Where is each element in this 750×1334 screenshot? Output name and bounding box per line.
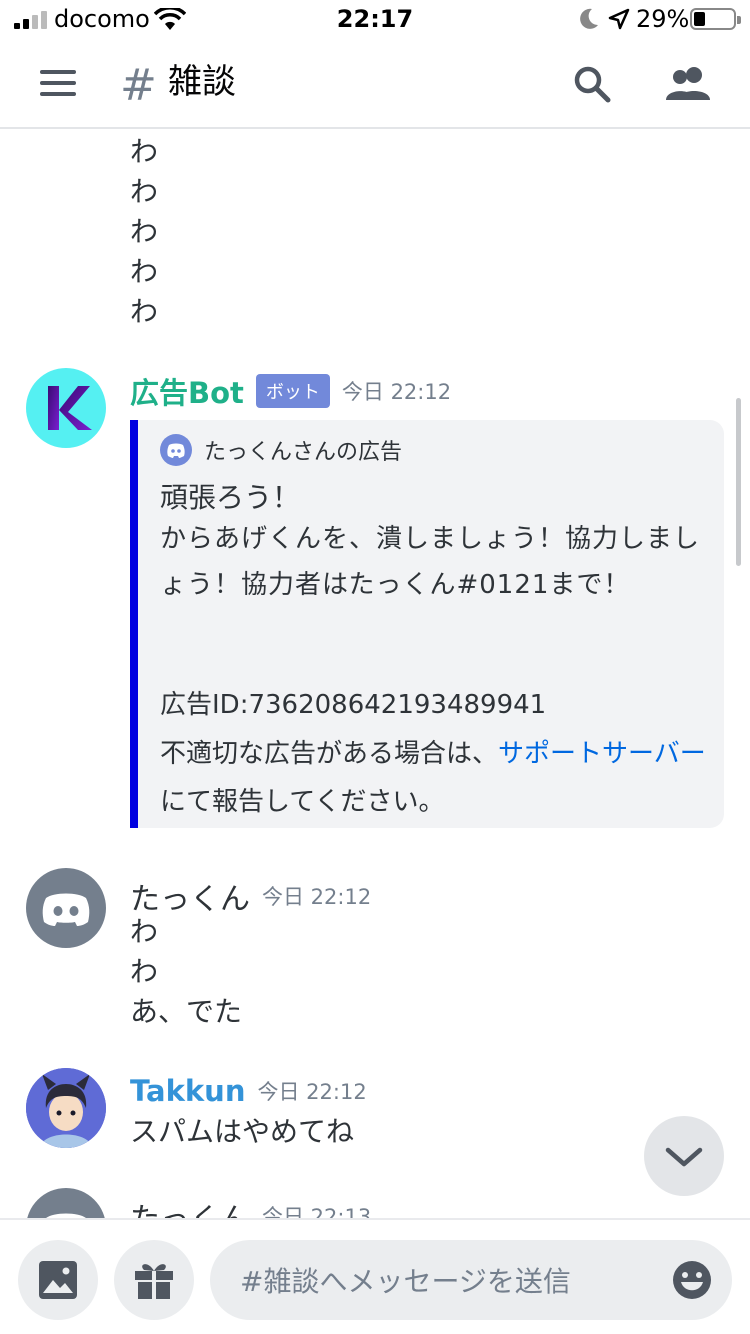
attach-image-button[interactable] <box>18 1240 98 1320</box>
user-avatar[interactable] <box>26 1188 106 1218</box>
do-not-disturb-icon <box>580 8 598 29</box>
report-suffix: にて報告してください。 <box>160 787 445 817</box>
battery-icon <box>690 8 741 30</box>
message-line: わ <box>130 915 159 948</box>
takkun-avatar[interactable] <box>26 1068 106 1148</box>
embed-title: 頑張ろう！ <box>160 481 301 514</box>
author-name[interactable]: たっくん <box>130 1194 250 1218</box>
support-server-link[interactable]: サポートサーバー <box>498 739 706 769</box>
chevron-down-icon <box>665 1147 703 1167</box>
gift-icon <box>135 1264 173 1299</box>
discord-default-avatar-icon <box>42 893 90 926</box>
channel-header: # 雑談 <box>0 40 750 129</box>
user-avatar[interactable] <box>26 868 106 948</box>
scrollbar[interactable] <box>736 398 741 566</box>
bot-avatar[interactable] <box>26 368 106 448</box>
author-name[interactable]: 広告Bot <box>130 370 244 412</box>
message-line: わ <box>130 135 159 168</box>
message-line: あ、でた <box>130 995 243 1028</box>
gift-button[interactable] <box>114 1240 194 1320</box>
channel-title: 雑談 <box>168 62 236 102</box>
discord-logo-icon <box>160 434 192 466</box>
search-icon[interactable] <box>572 64 612 104</box>
message-line: わ <box>130 295 159 328</box>
timestamp: 今日 22:12 <box>341 380 452 404</box>
message-header: たっくん 今日 22:13 <box>130 1194 371 1218</box>
jump-to-bottom-button[interactable] <box>644 1116 724 1196</box>
embed-author: たっくんさんの広告 <box>160 434 402 466</box>
status-bar: docomo 22:17 29% <box>0 0 750 40</box>
timestamp: 今日 22:13 <box>262 1205 372 1218</box>
image-icon <box>39 1261 77 1299</box>
message-line: わ <box>130 955 159 988</box>
members-icon[interactable] <box>664 64 712 104</box>
embed-report-text: 不適切な広告がある場合は、サポートサーバーにて報告してください。 <box>160 730 710 826</box>
ad-embed: たっくんさんの広告 頑張ろう！ からあげくんを、潰しましょう！協力しましょう！協… <box>130 420 724 828</box>
k-logo-icon <box>48 386 92 430</box>
menu-icon[interactable] <box>40 70 76 96</box>
message-header: Takkun 今日 22:12 <box>130 1074 367 1108</box>
channel-hash-icon: # <box>120 60 157 111</box>
emoji-icon[interactable] <box>672 1260 712 1300</box>
message-line: わ <box>130 215 159 248</box>
embed-ad-id: 広告ID:736208642193489941 <box>160 690 547 720</box>
bot-badge: ボット <box>255 374 330 408</box>
message-line: わ <box>130 175 159 208</box>
message-input[interactable]: #雑談へメッセージを送信 <box>210 1240 732 1320</box>
message-line: スパムはやめてね <box>130 1115 355 1148</box>
discord-default-avatar-icon <box>46 1213 86 1218</box>
battery-percentage: 29% <box>636 5 690 33</box>
message-line: わ <box>130 255 159 288</box>
embed-author-name: たっくんさんの広告 <box>204 440 403 465</box>
report-prefix: 不適切な広告がある場合は、 <box>160 739 499 769</box>
composer-bar: #雑談へメッセージを送信 <box>0 1218 750 1334</box>
anime-boy-avatar-icon <box>26 1068 106 1148</box>
message-input-placeholder: #雑談へメッセージを送信 <box>240 1265 571 1298</box>
message-header: 広告Bot ボット 今日 22:12 <box>130 370 451 412</box>
message-list[interactable]: わ わ わ わ わ 広告Bot ボット 今日 22:12 たっくんさんの広告 頑… <box>0 130 750 1218</box>
author-name[interactable]: Takkun <box>130 1074 245 1108</box>
timestamp: 今日 22:12 <box>262 885 372 909</box>
timestamp: 今日 22:12 <box>257 1080 367 1104</box>
embed-description: からあげくんを、潰しましょう！協力しましょう！協力者はたっくん#0121まで！ <box>160 524 701 600</box>
message-header: たっくん 今日 22:12 <box>130 874 371 918</box>
location-icon <box>608 8 630 30</box>
